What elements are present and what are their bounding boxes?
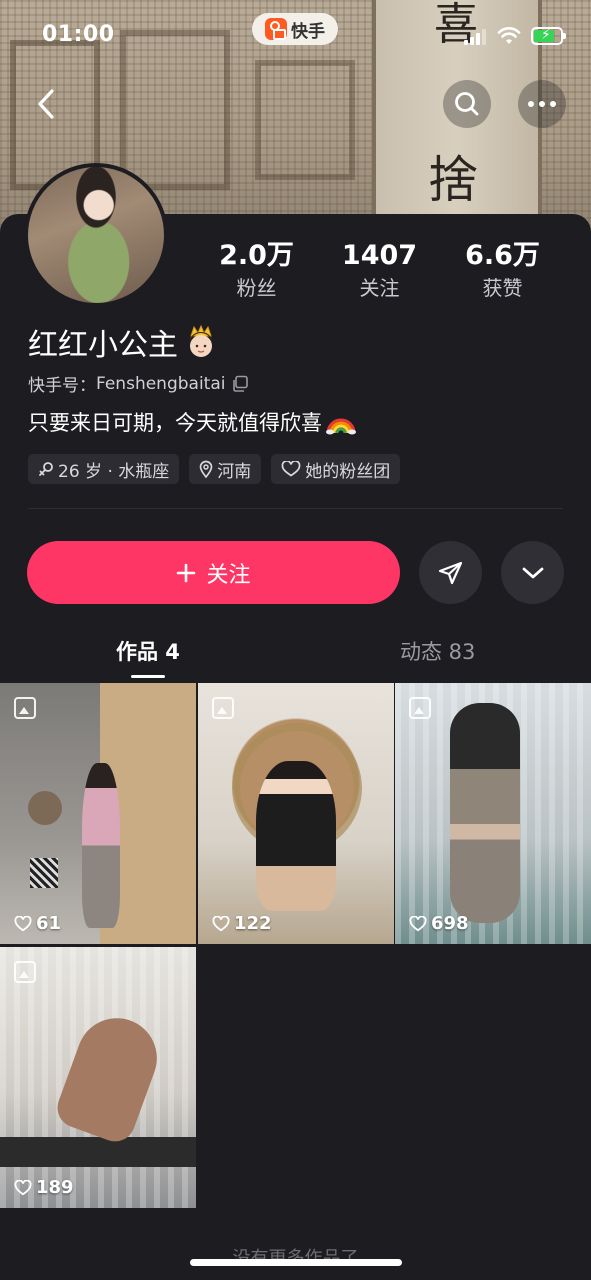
tag-age-zodiac: 26 岁 · 水瓶座 — [28, 454, 180, 484]
app-name: 快手 — [291, 21, 325, 42]
stat-likes[interactable]: 6.6万 获赞 — [441, 239, 564, 309]
image-post-icon — [409, 697, 431, 719]
location-pin-icon — [199, 460, 213, 478]
tab-active-indicator — [131, 675, 165, 678]
tab-works[interactable]: 作品 4 — [116, 636, 180, 666]
kuaishou-id-label: 快手号： — [28, 376, 96, 396]
post-thumbnail[interactable]: 189 — [0, 947, 196, 1208]
profile-bio: 只要来日可期，今天就值得欣喜 — [28, 407, 356, 437]
likes-count: 61 — [36, 913, 62, 934]
tag-text: 河南 — [217, 461, 252, 482]
likes-count: 122 — [234, 913, 272, 934]
tag-text: 她的粉丝团 — [305, 461, 391, 482]
profile-nickname: 红红小公主 — [28, 320, 218, 364]
stat-label: 粉丝 — [236, 276, 277, 300]
kuaishou-id[interactable]: 快手号： Fenshengbaitai — [28, 371, 249, 396]
chevron-down-icon — [522, 567, 543, 578]
send-icon — [438, 561, 462, 584]
copy-icon[interactable] — [231, 375, 249, 393]
heart-outline-icon — [14, 1179, 32, 1195]
share-button[interactable] — [419, 541, 482, 604]
tag-text: 26 岁 · 水瓶座 — [58, 461, 170, 482]
status-bar: 01:00 快手 ⚡ — [0, 0, 591, 72]
post-likes: 189 — [14, 1177, 74, 1198]
princess-emoji-icon — [190, 324, 212, 357]
tag-location: 河南 — [189, 454, 262, 484]
bio-text: 只要来日可期，今天就值得欣喜 — [28, 411, 322, 435]
more-horizontal-icon — [528, 101, 556, 107]
search-icon — [455, 92, 479, 116]
likes-count: 698 — [431, 913, 469, 934]
post-likes: 698 — [409, 913, 469, 934]
follow-label: 关注 — [206, 562, 251, 588]
heart-outline-icon — [281, 461, 301, 477]
likes-count: 189 — [36, 1177, 74, 1198]
plus-icon — [177, 563, 196, 582]
stat-value: 2.0万 — [219, 240, 294, 271]
post-likes: 61 — [14, 913, 61, 934]
more-button[interactable] — [518, 80, 566, 128]
battery-icon: ⚡ — [531, 27, 566, 45]
stat-value: 6.6万 — [465, 240, 540, 271]
avatar[interactable] — [24, 163, 168, 307]
stat-label: 获赞 — [482, 276, 523, 300]
stat-value: 1407 — [341, 240, 418, 271]
no-more-works-text: 没有更多作品了 — [0, 1244, 591, 1270]
profile-stats: 2.0万 粉丝 1407 关注 6.6万 获赞 — [195, 239, 575, 309]
divider — [28, 508, 563, 509]
profile-tags: 26 岁 · 水瓶座 河南 她的粉丝团 — [28, 454, 401, 484]
stat-fans[interactable]: 2.0万 粉丝 — [195, 239, 318, 309]
stat-label: 关注 — [359, 276, 400, 300]
kuaishou-id-value: Fenshengbaitai — [96, 373, 226, 394]
back-button[interactable] — [22, 80, 70, 128]
status-time: 01:00 — [42, 22, 115, 47]
tab-moments[interactable]: 动态 83 — [400, 636, 475, 666]
post-thumbnail[interactable]: 122 — [198, 683, 394, 944]
heart-outline-icon — [14, 915, 32, 931]
wifi-icon — [497, 27, 521, 44]
gender-female-icon — [39, 462, 53, 476]
post-thumbnail[interactable]: 61 — [0, 683, 196, 944]
expand-button[interactable] — [501, 541, 564, 604]
heart-outline-icon — [409, 915, 427, 931]
cellular-signal-icon — [464, 29, 486, 45]
content-tabs: 作品 4 动态 83 — [0, 632, 591, 682]
search-button[interactable] — [443, 80, 491, 128]
heart-outline-icon — [212, 915, 230, 931]
image-post-icon — [14, 961, 36, 983]
nickname-text: 红红小公主 — [28, 328, 178, 363]
tag-fan-club[interactable]: 她的粉丝团 — [271, 454, 401, 484]
follow-button[interactable]: 关注 — [27, 541, 400, 604]
kuaishou-logo-icon — [265, 18, 287, 40]
stat-following[interactable]: 1407 关注 — [318, 239, 441, 309]
rainbow-emoji-icon — [326, 418, 356, 435]
chevron-left-icon — [38, 89, 54, 119]
post-thumbnail[interactable]: 698 — [395, 683, 591, 944]
app-indicator-pill: 快手 — [252, 13, 338, 45]
image-post-icon — [14, 697, 36, 719]
post-likes: 122 — [212, 913, 272, 934]
home-indicator[interactable] — [190, 1259, 402, 1266]
image-post-icon — [212, 697, 234, 719]
